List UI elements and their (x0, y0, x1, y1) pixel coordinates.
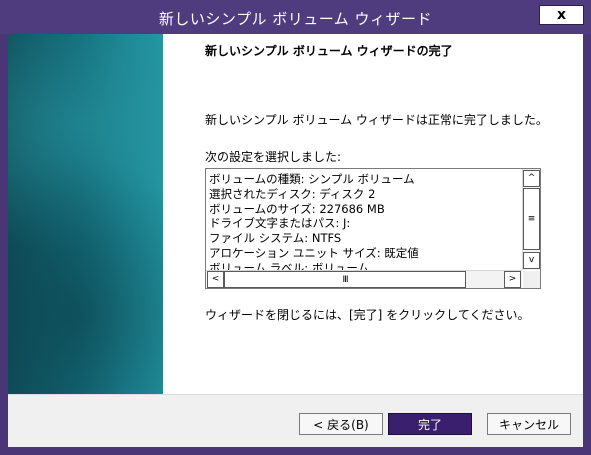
window-title: 新しいシンプル ボリューム ウィザード (158, 10, 433, 28)
page-heading: 新しいシンプル ボリューム ウィザードの完了 (205, 44, 453, 58)
horizontal-scroll-thumb[interactable]: III (224, 271, 466, 288)
title-bar: 新しいシンプル ボリューム ウィザード x (0, 0, 591, 34)
settings-line: ファイル システム: NTFS (209, 231, 342, 246)
scroll-left-icon[interactable]: < (207, 271, 224, 288)
settings-line: ボリューム ラベル: ボリューム (209, 260, 369, 270)
settings-label: 次の設定を選択しました: (205, 150, 342, 164)
scroll-down-icon[interactable]: v (523, 252, 540, 269)
scroll-right-icon[interactable]: > (504, 271, 521, 288)
vertical-scrollbar[interactable]: ^ ≡ v (522, 169, 540, 270)
settings-line: ドライブ文字またはパス: J: (209, 216, 351, 231)
wizard-client-area: 新しいシンプル ボリューム ウィザードの完了 新しいシンプル ボリューム ウィザ… (8, 34, 583, 448)
back-button[interactable]: < 戻る(B) (299, 413, 383, 435)
window-bottom-border (0, 447, 591, 455)
settings-line: ボリュームの種類: シンプル ボリューム (209, 172, 415, 186)
button-footer: < 戻る(B) 完了 キャンセル (8, 394, 583, 448)
scrollbar-corner (523, 271, 540, 288)
side-banner-image (8, 34, 163, 394)
settings-lines: ボリュームの種類: シンプル ボリューム 選択されたディスク: ディスク 2 ボ… (209, 172, 521, 270)
close-instruction: ウィザードを閉じるには、[完了] をクリックしてください。 (205, 308, 530, 322)
horizontal-scrollbar[interactable]: < III > (206, 270, 522, 288)
settings-line: 選択されたディスク: ディスク 2 (209, 186, 376, 201)
finish-button[interactable]: 完了 (388, 413, 472, 435)
settings-line: アロケーション ユニット サイズ: 既定値 (209, 245, 419, 260)
vertical-scroll-thumb[interactable]: ≡ (523, 188, 540, 250)
close-button[interactable]: x (539, 5, 584, 25)
settings-listbox[interactable]: ボリュームの種類: シンプル ボリューム 選択されたディスク: ディスク 2 ボ… (205, 168, 541, 289)
scroll-up-icon[interactable]: ^ (523, 170, 540, 187)
success-message: 新しいシンプル ボリューム ウィザードは正常に完了しました。 (205, 113, 548, 127)
cancel-button[interactable]: キャンセル (487, 413, 571, 435)
settings-line: ボリュームのサイズ: 227686 MB (209, 201, 385, 216)
